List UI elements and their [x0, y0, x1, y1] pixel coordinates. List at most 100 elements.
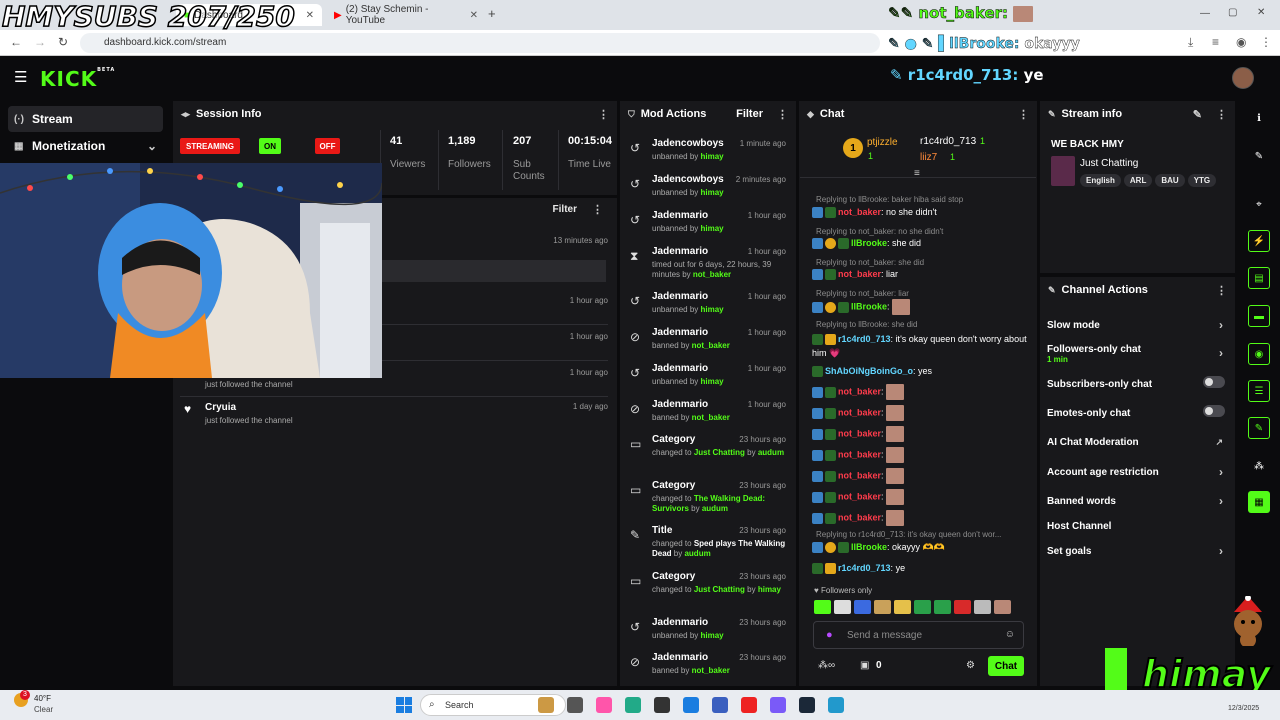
more-options-icon[interactable]: ⋮ [592, 203, 603, 216]
mod-action-user[interactable]: Jadenmario [652, 210, 708, 221]
info-icon[interactable]: ℹ [1248, 107, 1270, 129]
taskbar-app-icon[interactable] [828, 697, 844, 713]
layout-icon[interactable]: ☰ [1248, 380, 1270, 402]
download-icon[interactable]: ⤓ [1188, 35, 1193, 50]
pinned-user[interactable]: ptjizzle [867, 137, 898, 148]
mod-action-user[interactable]: Jadenmario [652, 652, 708, 663]
lightning-icon[interactable]: ⚡ [1248, 230, 1270, 252]
send-chat-button[interactable]: Chat [988, 656, 1024, 676]
new-tab-button[interactable]: + [488, 6, 496, 21]
taskbar-app-icon[interactable] [625, 697, 641, 713]
mod-action-user[interactable]: Jadencowboys [652, 174, 724, 185]
mod-action-user[interactable]: Jadencowboys [652, 138, 724, 149]
activity-filter-button[interactable]: Filter [553, 204, 577, 215]
chat-settings-icon[interactable]: ⚙ [966, 660, 975, 671]
taskbar-app-icon[interactable] [567, 697, 583, 713]
share-icon[interactable]: ⁂ [1248, 455, 1270, 477]
document-icon[interactable]: ▤ [1248, 267, 1270, 289]
microphone-icon[interactable]: ● [826, 629, 833, 641]
chat-bubble-icon[interactable]: ▬ [1248, 305, 1270, 327]
activity-user[interactable]: Cryuia [205, 402, 236, 413]
emote-icon[interactable] [854, 600, 871, 614]
action-account-age[interactable]: Account age restriction › [1047, 465, 1227, 479]
maximize-icon[interactable]: ▢ [1228, 7, 1237, 18]
action-slow-mode[interactable]: Slow mode › [1047, 318, 1227, 332]
mod-action-user[interactable]: Jadenmario [652, 291, 708, 302]
back-icon[interactable]: ← [10, 35, 22, 49]
hamburger-menu-icon[interactable]: ☰ [14, 68, 27, 86]
stream-tag[interactable]: YTG [1187, 174, 1217, 187]
emote-icon[interactable] [914, 600, 931, 614]
mod-action-user[interactable]: Jadenmario [652, 246, 708, 257]
stream-tag[interactable]: English [1080, 174, 1121, 187]
action-ai-moderation[interactable]: AI Chat Moderation ↗ [1047, 437, 1227, 448]
action-banned-words[interactable]: Banned words › [1047, 494, 1227, 508]
forward-icon[interactable]: → [34, 35, 46, 49]
extensions-icon[interactable]: ≡ [1212, 35, 1219, 49]
broadcast-icon[interactable]: ◉ [1248, 343, 1270, 365]
emote-icon[interactable] [834, 600, 851, 614]
mod-filter-button[interactable]: Filter [736, 108, 763, 120]
emote-icon[interactable] [994, 600, 1011, 614]
edit-icon[interactable]: ✎ [1193, 108, 1202, 121]
tab-youtube[interactable]: ▶ (2) Stay Schemin - YouTube ✕ [326, 4, 486, 26]
windows-start-icon[interactable] [396, 697, 412, 713]
taskbar-app-icon[interactable] [654, 697, 670, 713]
mod-action-user[interactable]: Jadenmario [652, 399, 708, 410]
sidebar-item-monetization[interactable]: ▦ Monetization ⌄ [8, 133, 163, 159]
emoji-icon[interactable]: ☺ [1005, 629, 1015, 640]
subscribers-only-toggle[interactable] [1203, 376, 1225, 388]
url-field[interactable]: dashboard.kick.com/stream [80, 33, 880, 53]
more-options-icon[interactable]: ⋮ [1216, 284, 1227, 297]
mod-action-user[interactable]: Jadenmario [652, 327, 708, 338]
emote-icon[interactable] [934, 600, 951, 614]
mod-action-user[interactable]: Category [652, 480, 695, 491]
emote-icon[interactable] [814, 600, 831, 614]
pen-icon[interactable]: ✎ [1248, 145, 1270, 167]
action-emotes-only[interactable]: Emotes-only chat [1047, 405, 1227, 419]
stream-tag[interactable]: ARL [1123, 174, 1153, 187]
more-options-icon[interactable]: ⋮ [777, 108, 788, 121]
taskbar-app-icon[interactable] [683, 697, 699, 713]
pinned-user[interactable]: r1c4rd0_713 [920, 136, 976, 147]
more-options-icon[interactable]: ⋮ [1018, 108, 1029, 121]
more-options-icon[interactable]: ⋮ [598, 108, 609, 121]
mod-action-user[interactable]: Jadenmario [652, 617, 708, 628]
minimize-icon[interactable]: — [1200, 8, 1210, 19]
kick-logo[interactable]: KICKBETA [40, 67, 115, 91]
tools-icon[interactable]: ✎ [1248, 417, 1270, 439]
user-avatar[interactable] [1232, 67, 1254, 89]
pinned-user[interactable]: liiz7 [920, 152, 937, 163]
on-badge[interactable]: ON [259, 138, 281, 154]
more-options-icon[interactable]: ⋮ [1216, 108, 1227, 121]
taskbar-app-icon[interactable] [538, 697, 554, 713]
action-host-channel[interactable]: Host Channel [1047, 521, 1227, 532]
taskbar-app-icon[interactable] [799, 697, 815, 713]
taskbar-app-icon[interactable] [596, 697, 612, 713]
action-subscribers-only[interactable]: Subscribers-only chat [1047, 376, 1227, 390]
emote-icon[interactable] [894, 600, 911, 614]
emote-icon[interactable] [954, 600, 971, 614]
app-icon[interactable]: ▦ [1248, 491, 1270, 513]
mod-action-user[interactable]: Jadenmario [652, 363, 708, 374]
taskbar-app-icon[interactable] [770, 697, 786, 713]
sidebar-item-stream[interactable]: (·) Stream [8, 106, 163, 132]
menu-icon[interactable]: ⋮ [1260, 35, 1272, 49]
channel-points-icon[interactable]: ⁂∞ [818, 660, 835, 671]
close-tab-icon[interactable]: ✕ [306, 10, 314, 21]
mod-action-user[interactable]: Title [652, 525, 672, 536]
emote-icon[interactable] [874, 600, 891, 614]
chat-input[interactable]: ● Send a message ☺ [813, 621, 1024, 649]
stream-tag[interactable]: BAU [1155, 174, 1185, 187]
close-tab-icon[interactable]: ✕ [470, 10, 478, 21]
emote-icon[interactable] [974, 600, 991, 614]
profile-icon[interactable]: ◉ [1236, 35, 1246, 49]
stream-category[interactable]: Just Chatting [1080, 158, 1138, 169]
close-window-icon[interactable]: ✕ [1257, 7, 1265, 18]
action-set-goals[interactable]: Set goals › [1047, 544, 1227, 558]
emotes-only-toggle[interactable] [1203, 405, 1225, 417]
taskbar-app-icon[interactable] [741, 697, 757, 713]
action-followers-only[interactable]: Followers-only chat 1 min › [1047, 344, 1227, 364]
reload-icon[interactable]: ↻ [58, 35, 68, 49]
taskbar-app-icon[interactable] [712, 697, 728, 713]
